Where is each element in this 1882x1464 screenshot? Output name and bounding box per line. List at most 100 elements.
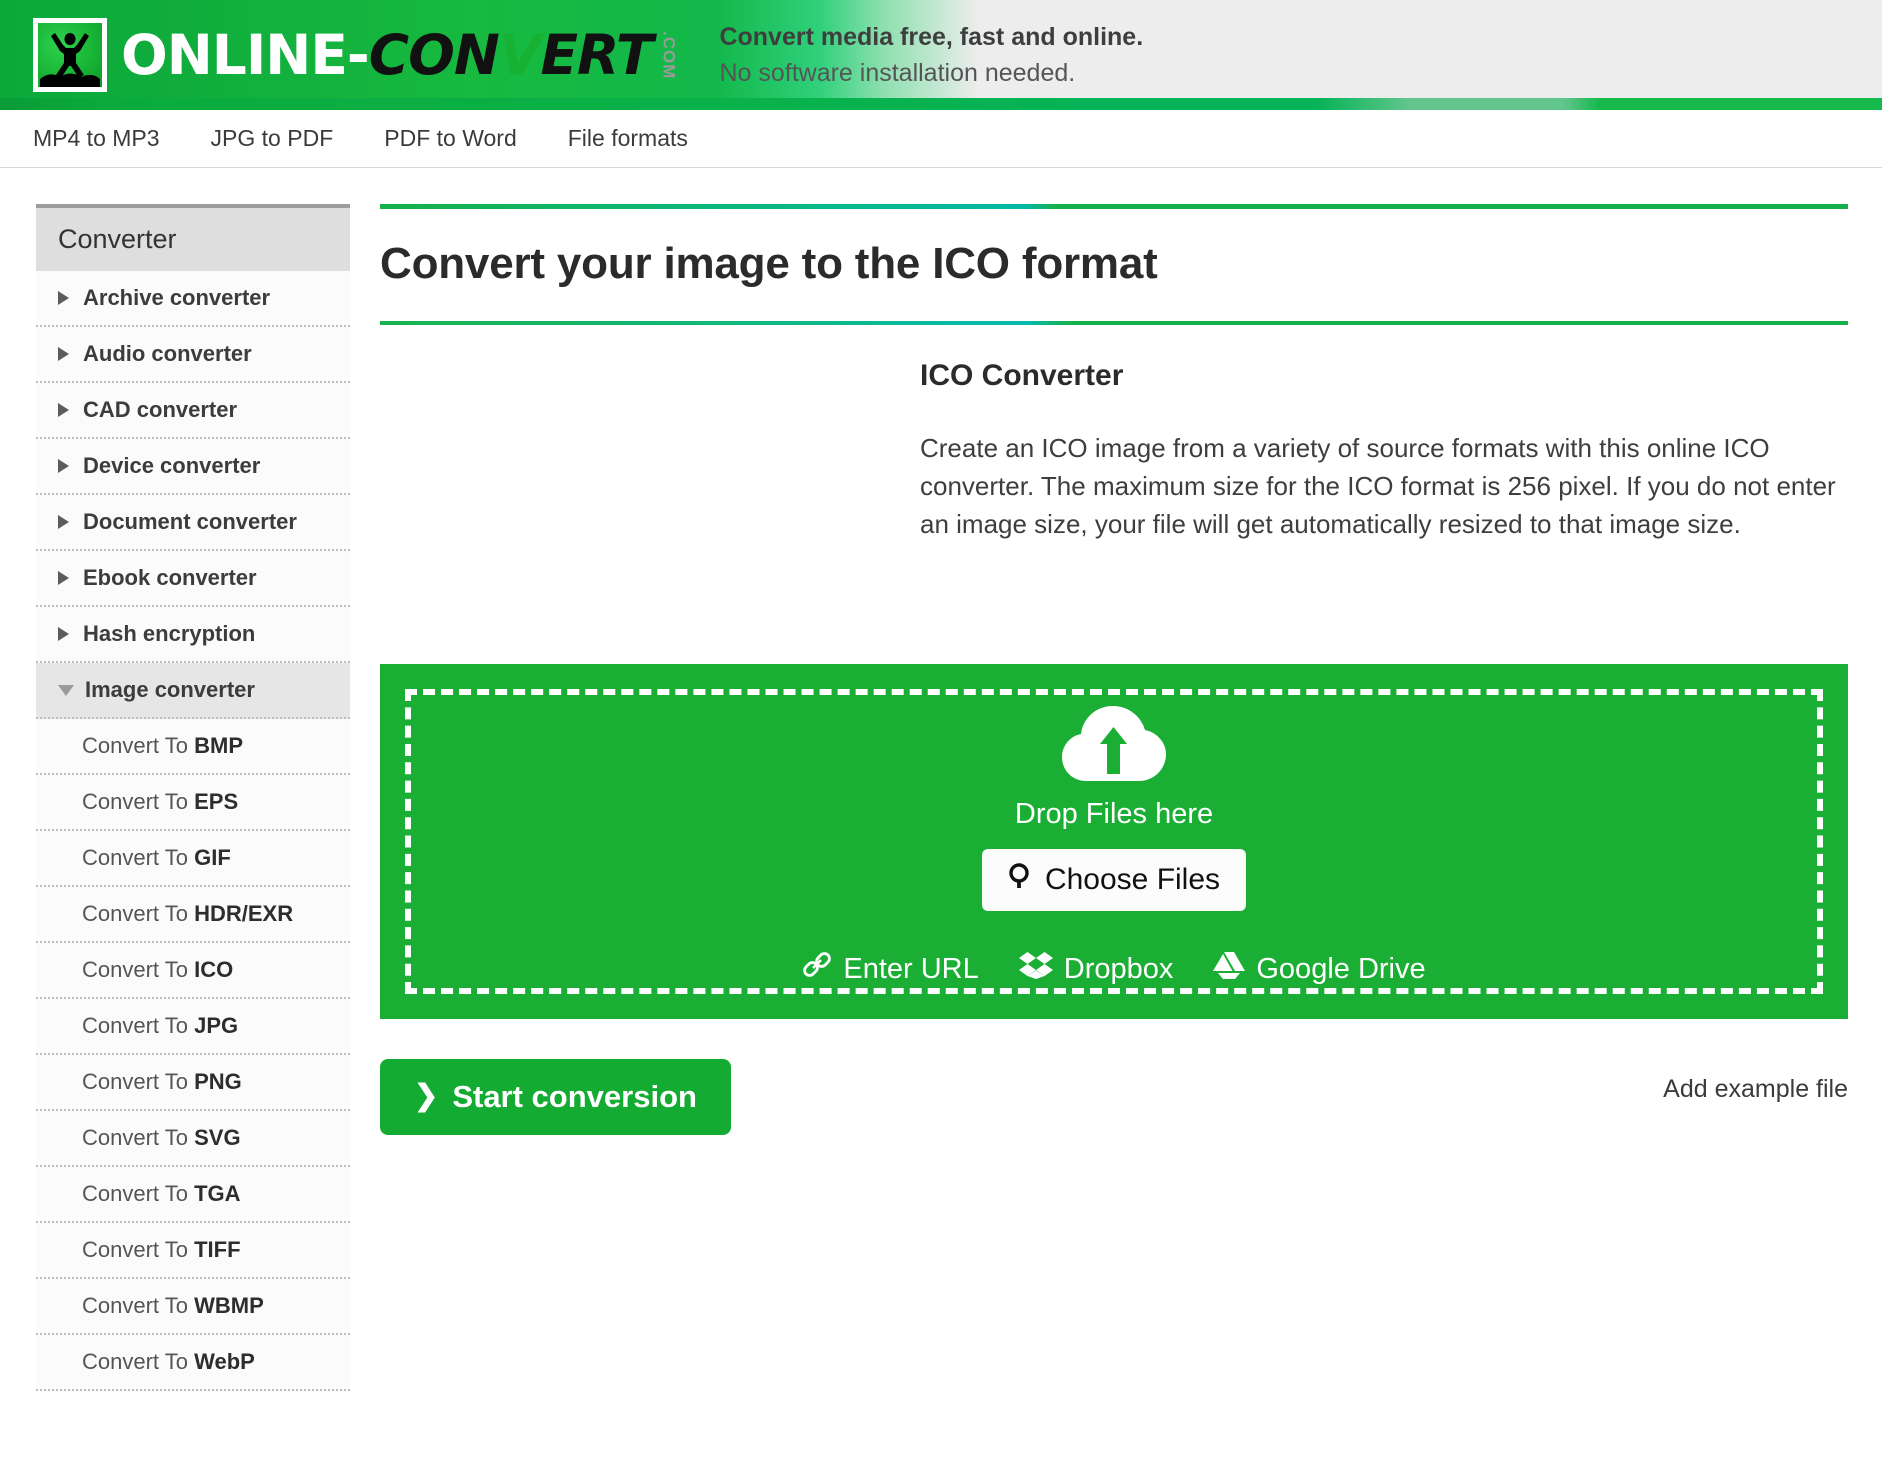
chevron-right-icon — [58, 627, 69, 641]
choose-files-label: Choose Files — [1045, 863, 1220, 897]
sidebar-subitem-convert-to-tga[interactable]: Convert To TGA — [36, 1167, 350, 1223]
sidebar-subitem-convert-to-wbmp[interactable]: Convert To WBMP — [36, 1279, 350, 1335]
dropbox-icon — [1019, 951, 1053, 987]
link-icon — [802, 951, 832, 987]
sidebar-subitem-format: SVG — [194, 1125, 240, 1150]
sidebar-subitem-format: HDR/EXR — [194, 901, 293, 926]
person-silhouette-icon — [33, 18, 107, 92]
cloud-upload-icon — [1062, 701, 1166, 792]
sidebar-subitem-convert-to-eps[interactable]: Convert To EPS — [36, 775, 350, 831]
sidebar-subitem-format: JPG — [194, 1013, 238, 1038]
sidebar-item-cad-converter[interactable]: CAD converter — [36, 383, 350, 439]
sidebar-subitem-format: PNG — [194, 1069, 242, 1094]
chevron-right-icon — [58, 515, 69, 529]
sidebar-item-device-converter[interactable]: Device converter — [36, 439, 350, 495]
choose-files-button[interactable]: Choose Files — [982, 849, 1246, 911]
sidebar-subitem-format: GIF — [194, 845, 231, 870]
sidebar-item-ebook-converter[interactable]: Ebook converter — [36, 551, 350, 607]
title-divider — [380, 321, 1848, 325]
tagline-line-2: No software installation needed. — [719, 55, 1143, 91]
wordmark-v: V — [499, 28, 541, 83]
chevron-right-icon — [58, 459, 69, 473]
nav-item-jpg-to-pdf[interactable]: JPG to PDF — [211, 125, 334, 152]
sidebar-subitem-convert-to-jpg[interactable]: Convert To JPG — [36, 999, 350, 1055]
sidebar-subitem-format: WebP — [194, 1349, 255, 1374]
sidebar-item-label: Ebook converter — [83, 565, 257, 591]
action-row: ❯ Start conversion Add example file — [380, 1059, 1848, 1135]
top-divider — [380, 204, 1848, 209]
sidebar-subitem-prefix: Convert To — [82, 1125, 194, 1150]
tagline-line-1: Convert media free, fast and online. — [719, 19, 1143, 55]
sidebar-subitem-convert-to-bmp[interactable]: Convert To BMP — [36, 719, 350, 775]
logo-wordmark: ONLINE-CONVERT .COM — [121, 28, 677, 83]
sidebar-item-audio-converter[interactable]: Audio converter — [36, 327, 350, 383]
wordmark-con: CON — [369, 28, 499, 83]
sidebar-subitem-prefix: Convert To — [82, 789, 194, 814]
wordmark-com: .COM — [660, 31, 677, 79]
sidebar-subitem-format: WBMP — [194, 1293, 264, 1318]
start-conversion-label: Start conversion — [452, 1079, 697, 1115]
search-icon — [1008, 862, 1034, 898]
google-drive-label: Google Drive — [1256, 953, 1425, 986]
sidebar-item-document-converter[interactable]: Document converter — [36, 495, 350, 551]
sidebar-item-label: Device converter — [83, 453, 260, 479]
google-drive-icon — [1213, 951, 1245, 987]
chevron-right-icon — [58, 347, 69, 361]
nav-item-pdf-to-word[interactable]: PDF to Word — [384, 125, 517, 152]
dropbox-label: Dropbox — [1064, 953, 1174, 986]
sidebar-subitem-prefix: Convert To — [82, 957, 194, 982]
wordmark-online: ONLINE — [121, 28, 347, 83]
drop-files-label: Drop Files here — [1015, 798, 1213, 831]
sidebar-subitem-prefix: Convert To — [82, 901, 194, 926]
primary-nav: MP4 to MP3 JPG to PDF PDF to Word File f… — [0, 110, 1882, 168]
file-dropzone[interactable]: Drop Files here Choose Files — [380, 664, 1848, 1019]
start-conversion-button[interactable]: ❯ Start conversion — [380, 1059, 731, 1135]
sidebar-subitem-convert-to-ico[interactable]: Convert To ICO — [36, 943, 350, 999]
sidebar-subitem-convert-to-gif[interactable]: Convert To GIF — [36, 831, 350, 887]
sidebar: Converter Archive converter Audio conver… — [0, 168, 350, 1391]
enter-url-link[interactable]: Enter URL — [802, 951, 978, 987]
sidebar-subitem-format: TGA — [194, 1181, 240, 1206]
sidebar-subitem-prefix: Convert To — [82, 1237, 194, 1262]
sidebar-item-label: Image converter — [85, 677, 255, 703]
sidebar-subitem-prefix: Convert To — [82, 1069, 194, 1094]
dropbox-link[interactable]: Dropbox — [1019, 951, 1174, 987]
page-title: Convert your image to the ICO format — [380, 239, 1848, 289]
chevron-down-icon — [58, 685, 74, 696]
intro-left-spacer — [380, 359, 910, 544]
section-heading: ICO Converter — [920, 359, 1848, 393]
sidebar-subitem-prefix: Convert To — [82, 845, 194, 870]
sidebar-subitem-convert-to-svg[interactable]: Convert To SVG — [36, 1111, 350, 1167]
main-content: Convert your image to the ICO format ICO… — [350, 168, 1882, 1135]
section-body: Create an ICO image from a variety of so… — [920, 429, 1848, 544]
sidebar-item-archive-converter[interactable]: Archive converter — [36, 271, 350, 327]
nav-item-file-formats[interactable]: File formats — [568, 125, 688, 152]
sidebar-subitem-prefix: Convert To — [82, 1349, 194, 1374]
intro-row: ICO Converter Create an ICO image from a… — [380, 359, 1848, 544]
google-drive-link[interactable]: Google Drive — [1213, 951, 1425, 987]
sidebar-item-label: Hash encryption — [83, 621, 255, 647]
sidebar-subitem-convert-to-png[interactable]: Convert To PNG — [36, 1055, 350, 1111]
add-example-file-link[interactable]: Add example file — [1663, 1075, 1848, 1104]
tagline: Convert media free, fast and online. No … — [719, 19, 1143, 92]
sidebar-subitem-convert-to-hdr-exr[interactable]: Convert To HDR/EXR — [36, 887, 350, 943]
sidebar-item-label: Audio converter — [83, 341, 252, 367]
sidebar-item-hash-encryption[interactable]: Hash encryption — [36, 607, 350, 663]
sidebar-item-label: CAD converter — [83, 397, 237, 423]
logo-block[interactable]: ONLINE-CONVERT .COM — [0, 0, 677, 110]
alternate-sources: Enter URL Dropbox — [802, 951, 1425, 987]
sidebar-subitem-convert-to-webp[interactable]: Convert To WebP — [36, 1335, 350, 1391]
page-body: Converter Archive converter Audio conver… — [0, 168, 1882, 1391]
sidebar-subitem-prefix: Convert To — [82, 1293, 194, 1318]
sidebar-subitem-prefix: Convert To — [82, 1013, 194, 1038]
sidebar-item-image-converter[interactable]: Image converter — [36, 663, 350, 719]
intro-text-block: ICO Converter Create an ICO image from a… — [910, 359, 1848, 544]
chevron-right-icon — [58, 291, 69, 305]
sidebar-item-label: Document converter — [83, 509, 297, 535]
enter-url-label: Enter URL — [843, 953, 978, 986]
sidebar-subitem-format: EPS — [194, 789, 238, 814]
sidebar-subitem-convert-to-tiff[interactable]: Convert To TIFF — [36, 1223, 350, 1279]
sidebar-subitem-format: BMP — [194, 733, 243, 758]
nav-item-mp4-to-mp3[interactable]: MP4 to MP3 — [33, 125, 160, 152]
sidebar-subitem-format: ICO — [194, 957, 233, 982]
